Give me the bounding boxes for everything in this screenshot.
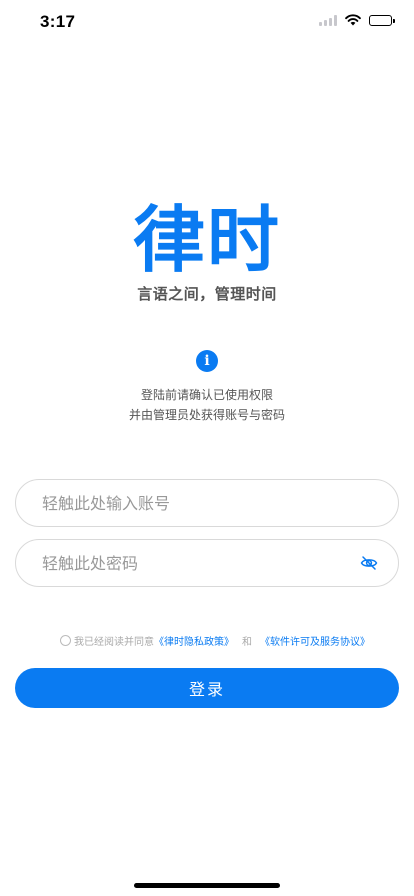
eye-off-icon[interactable]	[360, 554, 378, 572]
info-text-line-1: 登陆前请确认已使用权限	[140, 388, 273, 402]
agreement-row: 我已经阅读并同意 《律时隐私政策》 和 《软件许可及服务协议》	[60, 633, 370, 648]
agreement-checkbox[interactable]	[60, 635, 71, 646]
status-time: 3:17	[40, 12, 76, 31]
login-button[interactable]: 登录	[15, 668, 399, 708]
account-field[interactable]	[15, 479, 399, 527]
account-input[interactable]	[42, 480, 342, 526]
password-field[interactable]	[15, 539, 399, 587]
battery-icon	[369, 14, 395, 26]
home-indicator[interactable]	[134, 883, 280, 888]
password-input[interactable]	[42, 540, 342, 586]
info-icon: i	[196, 350, 218, 372]
agreement-prefix: 我已经阅读并同意	[74, 637, 154, 648]
wifi-icon	[345, 14, 361, 26]
status-icons	[319, 14, 395, 26]
info-text-line-2: 并由管理员处获得账号与密码	[128, 408, 285, 422]
status-bar: 3:17	[0, 0, 414, 46]
app-logo: 律时	[132, 198, 281, 282]
license-agreement-link[interactable]: 《软件许可及服务协议》	[260, 633, 370, 648]
cellular-signal-icon	[319, 14, 337, 26]
app-slogan: 言语之间，管理时间	[137, 285, 277, 303]
privacy-policy-link[interactable]: 《律时隐私政策》	[154, 633, 234, 648]
agreement-conjunction: 和	[242, 637, 252, 648]
